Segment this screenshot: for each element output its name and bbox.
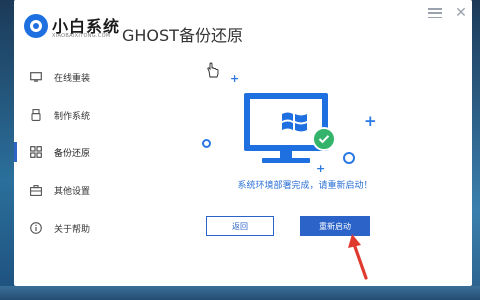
- desktop-background-left: [0, 0, 14, 300]
- grid-icon: [30, 146, 42, 158]
- sidebar-item-make-system[interactable]: 制作系统: [14, 100, 124, 130]
- sidebar-item-about-help[interactable]: 关于帮助: [14, 213, 124, 243]
- sidebar-item-other-settings[interactable]: 其他设置: [14, 175, 124, 205]
- sidebar: 在线重装 制作系统 备份还原 其他设置 关于帮助: [14, 60, 124, 286]
- close-icon[interactable]: ✕: [454, 6, 468, 20]
- plus-decoration-icon: +: [316, 162, 326, 175]
- brand-logo-icon: [24, 14, 48, 38]
- hand-cursor-icon: [207, 62, 219, 78]
- windows-logo-icon: [282, 112, 307, 132]
- status-message: 系统环境部署完成，请重新启动！: [237, 181, 373, 191]
- taskbar: [0, 286, 480, 300]
- sidebar-item-label: 其他设置: [54, 186, 91, 197]
- active-indicator: [14, 142, 17, 162]
- sidebar-item-label: 备份还原: [54, 148, 91, 159]
- monitor-base: [262, 158, 310, 163]
- success-check-icon: [312, 127, 336, 151]
- page-title: GHOST备份还原: [122, 26, 243, 45]
- app-window: 小白系统 XIAOBAIXITONG.COM GHOST备份还原 ✕ 在线重装 …: [14, 0, 472, 286]
- return-button[interactable]: 返回: [206, 216, 274, 236]
- plus-decoration-icon: +: [230, 72, 240, 85]
- usb-icon: [30, 109, 42, 121]
- app-header: 小白系统 XIAOBAIXITONG.COM GHOST备份还原 ✕: [14, 0, 472, 60]
- sidebar-item-label: 在线重装: [54, 73, 91, 84]
- circle-decoration-icon: [202, 139, 211, 148]
- circle-decoration-icon: [343, 152, 355, 164]
- sidebar-item-backup-restore[interactable]: 备份还原: [14, 137, 124, 167]
- menu-icon[interactable]: [428, 8, 442, 18]
- red-arrow-annotation-icon: [348, 234, 368, 280]
- monitor-icon: [30, 71, 42, 83]
- info-icon: [30, 222, 42, 234]
- toolbox-icon: [30, 184, 42, 196]
- sidebar-item-label: 制作系统: [54, 111, 91, 122]
- sidebar-item-label: 关于帮助: [54, 224, 91, 235]
- brand-website: XIAOBAIXITONG.COM: [52, 33, 111, 39]
- plus-decoration-icon: +: [364, 112, 377, 130]
- desktop-background-right: [472, 0, 480, 300]
- sidebar-item-online-reinstall[interactable]: 在线重装: [14, 62, 124, 92]
